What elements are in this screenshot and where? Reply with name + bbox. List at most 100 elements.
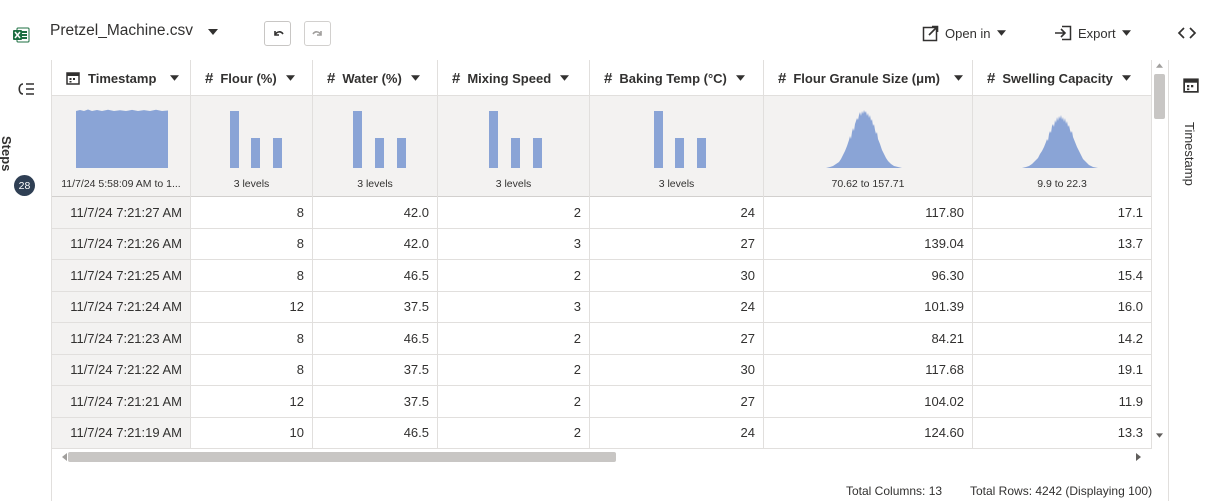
table-cell[interactable]: 14.2 (973, 323, 1152, 354)
table-cell[interactable]: 13.3 (973, 417, 1152, 448)
horizontal-scrollbar[interactable] (52, 450, 1168, 465)
table-row[interactable]: 11/7/24 7:21:27 AM 8 42.0 2 24 117.80 17.1 (52, 197, 1152, 229)
swelling-capacity-histogram (1022, 115, 1098, 168)
chevron-down-icon[interactable] (735, 75, 745, 81)
table-cell[interactable]: 96.30 (764, 260, 973, 291)
table-cell[interactable]: 8 (191, 197, 313, 228)
table-cell[interactable]: 30 (590, 354, 764, 385)
table-cell[interactable]: 104.02 (764, 386, 973, 417)
table-cell[interactable]: 17.1 (973, 197, 1152, 228)
table-row[interactable]: 11/7/24 7:21:21 AM 12 37.5 2 27 104.02 11.9 (52, 386, 1152, 418)
chevron-down-icon[interactable] (285, 75, 295, 81)
timestamp-cell[interactable]: 11/7/24 7:21:21 AM (52, 386, 191, 417)
steps-tab[interactable]: Steps (0, 136, 52, 186)
scroll-down-icon[interactable] (1156, 433, 1163, 438)
table-cell[interactable]: 2 (438, 417, 590, 448)
timestamp-cell[interactable]: 11/7/24 7:21:25 AM (52, 260, 191, 291)
table-cell[interactable]: 2 (438, 323, 590, 354)
table-cell[interactable]: 24 (590, 197, 764, 228)
column-header-flour[interactable]: # Flour (%) (191, 60, 313, 96)
table-cell[interactable]: 3 (438, 228, 590, 259)
calendar-icon[interactable] (1183, 77, 1199, 93)
table-cell[interactable]: 27 (590, 228, 764, 259)
timestamp-cell[interactable]: 11/7/24 7:21:19 AM (52, 417, 191, 448)
column-header-water[interactable]: # Water (%) (313, 60, 438, 96)
scroll-left-icon[interactable] (62, 453, 67, 461)
table-cell[interactable]: 2 (438, 260, 590, 291)
table-cell[interactable]: 2 (438, 197, 590, 228)
export-button[interactable]: Export (1054, 21, 1131, 45)
table-cell[interactable]: 2 (438, 354, 590, 385)
redo-button[interactable] (304, 21, 331, 46)
table-cell[interactable]: 30 (590, 260, 764, 291)
column-header-swelling-capacity[interactable]: # Swelling Capacity (973, 60, 1152, 96)
table-cell[interactable]: 11.9 (973, 386, 1152, 417)
open-in-button[interactable]: Open in (922, 21, 1006, 45)
chevron-down-icon[interactable] (1121, 75, 1131, 81)
timestamp-cell[interactable]: 11/7/24 7:21:22 AM (52, 354, 191, 385)
column-header-baking-temp[interactable]: # Baking Temp (°C) (590, 60, 764, 96)
table-cell[interactable]: 12 (191, 291, 313, 322)
timestamp-cell[interactable]: 11/7/24 7:21:23 AM (52, 323, 191, 354)
table-cell[interactable]: 37.5 (313, 354, 438, 385)
table-row[interactable]: 11/7/24 7:21:23 AM 8 46.5 2 27 84.21 14.2 (52, 323, 1152, 355)
table-cell[interactable]: 46.5 (313, 323, 438, 354)
timestamp-details-tab[interactable]: Timestamp (1179, 122, 1199, 242)
table-cell[interactable]: 19.1 (973, 354, 1152, 385)
table-cell[interactable]: 2 (438, 386, 590, 417)
column-header-mixing-speed[interactable]: # Mixing Speed (438, 60, 590, 96)
horizontal-scroll-thumb[interactable] (68, 452, 616, 462)
table-cell[interactable]: 8 (191, 228, 313, 259)
table-cell[interactable]: 37.5 (313, 291, 438, 322)
table-cell[interactable]: 24 (590, 417, 764, 448)
chevron-down-icon[interactable] (560, 75, 570, 81)
timestamp-cell[interactable]: 11/7/24 7:21:26 AM (52, 228, 191, 259)
table-cell[interactable]: 84.21 (764, 323, 973, 354)
table-row[interactable]: 11/7/24 7:21:19 AM 10 46.5 2 24 124.60 13.3 (52, 417, 1152, 449)
chevron-down-icon[interactable] (410, 75, 420, 81)
table-cell[interactable]: 15.4 (973, 260, 1152, 291)
table-row[interactable]: 11/7/24 7:21:26 AM 8 42.0 3 27 139.04 13.7 (52, 228, 1152, 260)
vertical-scrollbar[interactable] (1152, 60, 1168, 450)
timestamp-cell[interactable]: 11/7/24 7:21:27 AM (52, 197, 191, 228)
chevron-down-icon[interactable] (953, 75, 963, 81)
table-cell[interactable]: 42.0 (313, 228, 438, 259)
table-cell[interactable]: 124.60 (764, 417, 973, 448)
summary-label: 70.62 to 157.71 (831, 178, 905, 190)
table-cell[interactable]: 8 (191, 323, 313, 354)
vertical-scroll-thumb[interactable] (1154, 74, 1165, 119)
scroll-right-icon[interactable] (1136, 453, 1141, 461)
table-row[interactable]: 11/7/24 7:21:22 AM 8 37.5 2 30 117.68 19.1 (52, 354, 1152, 386)
table-cell[interactable]: 37.5 (313, 386, 438, 417)
table-cell[interactable]: 46.5 (313, 260, 438, 291)
table-cell[interactable]: 24 (590, 291, 764, 322)
table-cell[interactable]: 8 (191, 260, 313, 291)
table-cell[interactable]: 46.5 (313, 417, 438, 448)
table-cell[interactable]: 27 (590, 323, 764, 354)
steps-list-icon[interactable] (15, 82, 35, 96)
table-cell[interactable]: 117.68 (764, 354, 973, 385)
timestamp-cell[interactable]: 11/7/24 7:21:24 AM (52, 291, 191, 322)
table-cell[interactable]: 16.0 (973, 291, 1152, 322)
table-cell[interactable]: 13.7 (973, 228, 1152, 259)
table-cell[interactable]: 12 (191, 386, 313, 417)
table-cell[interactable]: 139.04 (764, 228, 973, 259)
table-cell[interactable]: 42.0 (313, 197, 438, 228)
file-name[interactable]: Pretzel_Machine.csv (50, 22, 193, 40)
table-cell[interactable]: 10 (191, 417, 313, 448)
scroll-up-icon[interactable] (1156, 63, 1163, 68)
table-row[interactable]: 11/7/24 7:21:25 AM 8 46.5 2 30 96.30 15.4 (52, 260, 1152, 292)
code-icon[interactable] (1177, 24, 1197, 42)
column-header-flour-granule-size[interactable]: # Flour Granule Size (μm) (764, 60, 973, 96)
table-cell[interactable]: 3 (438, 291, 590, 322)
table-cell[interactable]: 27 (590, 386, 764, 417)
chevron-down-icon[interactable] (170, 75, 180, 81)
undo-button[interactable] (264, 21, 291, 46)
table-row[interactable]: 11/7/24 7:21:24 AM 12 37.5 3 24 101.39 16.0 (52, 291, 1152, 323)
table-cell[interactable]: 101.39 (764, 291, 973, 322)
column-header-timestamp[interactable]: Timestamp (52, 60, 191, 96)
hash-icon: # (452, 69, 461, 87)
table-cell[interactable]: 117.80 (764, 197, 973, 228)
chevron-down-icon[interactable] (208, 29, 218, 35)
table-cell[interactable]: 8 (191, 354, 313, 385)
